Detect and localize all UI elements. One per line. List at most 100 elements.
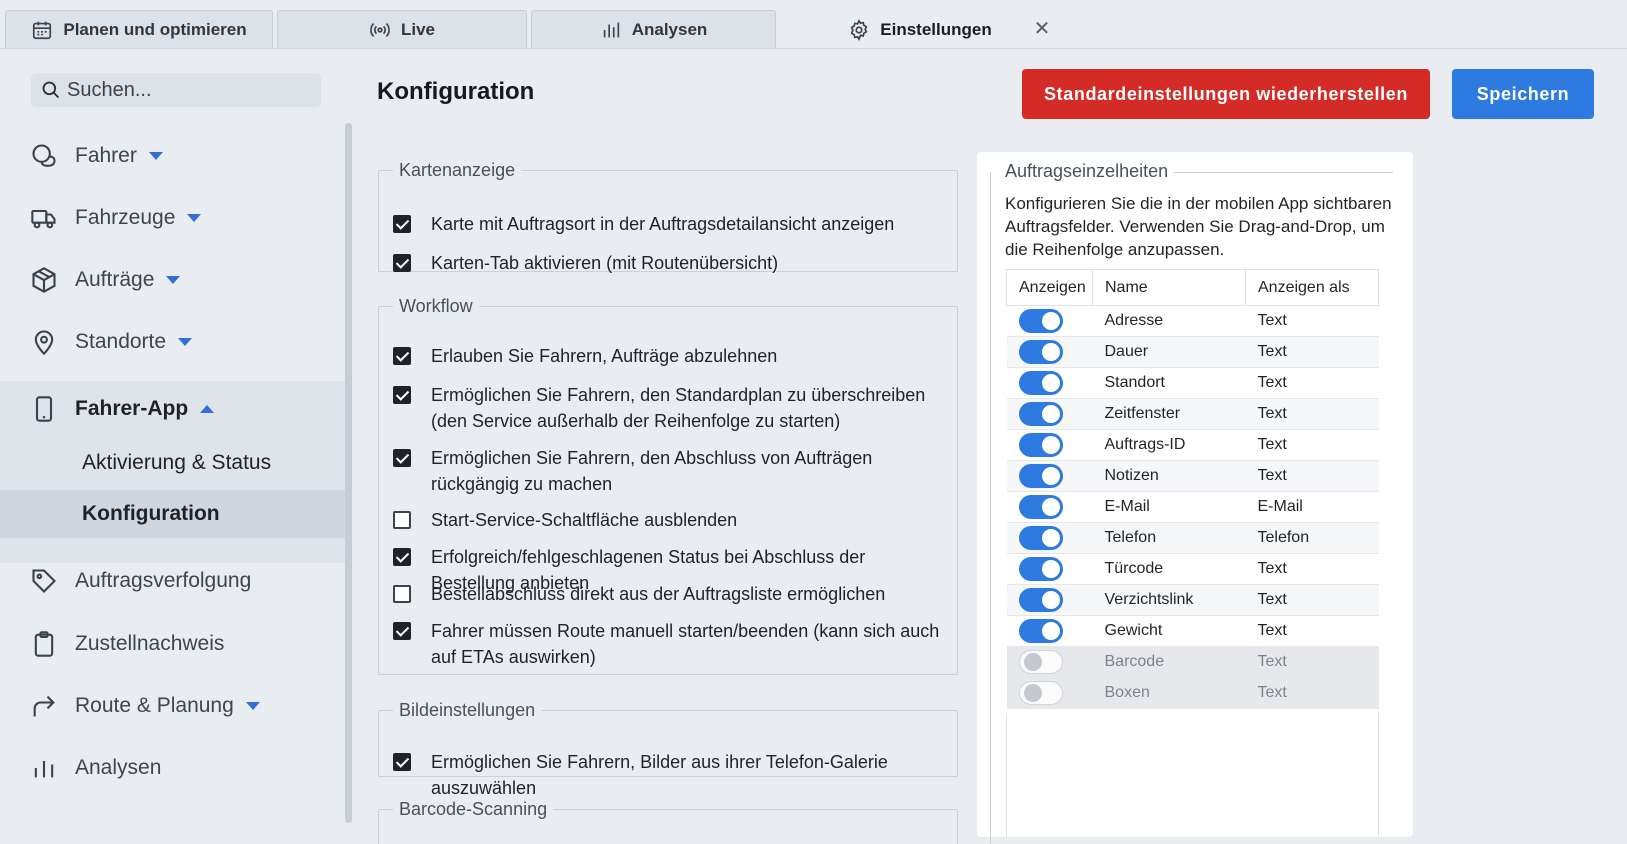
checkbox[interactable] bbox=[393, 753, 411, 771]
sidebar-item-auftraege[interactable]: Aufträge bbox=[0, 252, 345, 308]
column-header-anzeigen[interactable]: Anzeigen bbox=[1006, 269, 1093, 306]
table-row[interactable]: Adresse Text bbox=[1006, 305, 1379, 337]
toggle-cell bbox=[1006, 305, 1093, 337]
tab-label: Einstellungen bbox=[880, 20, 992, 39]
visibility-toggle[interactable] bbox=[1018, 588, 1063, 612]
column-header-name[interactable]: Name bbox=[1092, 269, 1246, 306]
close-icon[interactable]: ✕ bbox=[1032, 19, 1052, 39]
field-name: Verzichtslink bbox=[1092, 584, 1246, 616]
table-row[interactable]: Auftrags-ID Text bbox=[1006, 429, 1379, 461]
checkbox[interactable] bbox=[393, 622, 411, 640]
field-display-type[interactable]: E-Mail bbox=[1245, 491, 1379, 523]
search-input[interactable] bbox=[67, 78, 307, 102]
visibility-toggle[interactable] bbox=[1018, 433, 1063, 457]
sidebar-item-auftragsverfolgung[interactable]: Auftragsverfolgung bbox=[0, 553, 345, 609]
sidebar-item-label: Fahrer bbox=[75, 144, 137, 167]
field-display-type[interactable]: Text bbox=[1245, 367, 1379, 399]
checkbox[interactable] bbox=[393, 254, 411, 272]
sidebar-subitem-konfiguration[interactable]: Konfiguration bbox=[0, 490, 345, 538]
field-name: Zeitfenster bbox=[1092, 398, 1246, 430]
visibility-toggle[interactable] bbox=[1018, 402, 1063, 426]
table-row[interactable]: Gewicht Text bbox=[1006, 615, 1379, 647]
sidebar-item-standorte[interactable]: Standorte bbox=[0, 314, 345, 370]
search-box[interactable] bbox=[31, 73, 321, 107]
field-display-type[interactable]: Text bbox=[1245, 398, 1379, 430]
visibility-toggle[interactable] bbox=[1018, 650, 1063, 674]
table-row[interactable]: Barcode Text bbox=[1006, 646, 1379, 678]
sidebar-scrollbar[interactable] bbox=[345, 123, 352, 823]
table-row[interactable]: Verzichtslink Text bbox=[1006, 584, 1379, 616]
sidebar-item-route-planung[interactable]: Route & Planung bbox=[0, 678, 345, 734]
table-row[interactable]: Notizen Text bbox=[1006, 460, 1379, 492]
option-row: Bestellabschluss direkt aus der Auftrags… bbox=[393, 584, 951, 607]
field-display-type[interactable]: Text bbox=[1245, 429, 1379, 461]
visibility-toggle[interactable] bbox=[1018, 309, 1063, 333]
option-row: Ermöglichen Sie Fahrern, den Abschluss v… bbox=[393, 448, 951, 497]
panel-border-left bbox=[990, 172, 991, 844]
field-display-type[interactable]: Text bbox=[1245, 584, 1379, 616]
table-row[interactable]: Boxen Text bbox=[1006, 677, 1379, 709]
calendar-icon bbox=[33, 21, 52, 40]
sidebar-item-fahrer[interactable]: Fahrer bbox=[0, 128, 345, 184]
chevron-down-icon bbox=[148, 152, 163, 161]
toggle-cell bbox=[1006, 584, 1093, 616]
field-display-type[interactable]: Text bbox=[1245, 336, 1379, 368]
group-legend: Kartenanzeige bbox=[399, 160, 516, 180]
checkbox[interactable] bbox=[393, 449, 411, 467]
table-row[interactable]: Türcode Text bbox=[1006, 553, 1379, 585]
sidebar-item-label: Auftragsverfolgung bbox=[75, 569, 252, 592]
route-arrow-icon bbox=[33, 695, 55, 717]
visibility-toggle[interactable] bbox=[1018, 464, 1063, 488]
field-display-type[interactable]: Text bbox=[1245, 615, 1379, 647]
option-label: Karten-Tab aktivieren (mit Routenübersic… bbox=[431, 253, 779, 273]
toggle-cell bbox=[1006, 429, 1093, 461]
visibility-toggle[interactable] bbox=[1018, 526, 1063, 550]
option-row: Start-Service-Schaltfläche ausblenden bbox=[393, 510, 951, 533]
field-display-type[interactable]: Telefon bbox=[1245, 522, 1379, 554]
table-row[interactable]: Dauer Text bbox=[1006, 336, 1379, 368]
checkbox[interactable] bbox=[393, 511, 411, 529]
field-display-type[interactable]: Text bbox=[1245, 553, 1379, 585]
table-row[interactable]: Zeitfenster Text bbox=[1006, 398, 1379, 430]
broadcast-icon bbox=[370, 23, 390, 37]
sidebar-item-analysen[interactable]: Analysen bbox=[0, 740, 345, 796]
table-row[interactable]: E-Mail E-Mail bbox=[1006, 491, 1379, 523]
visibility-toggle[interactable] bbox=[1018, 557, 1063, 581]
table-row[interactable]: Standort Text bbox=[1006, 367, 1379, 399]
field-name: Gewicht bbox=[1092, 615, 1246, 647]
field-display-type[interactable]: Text bbox=[1245, 460, 1379, 492]
checkbox[interactable] bbox=[393, 347, 411, 365]
field-name: Auftrags-ID bbox=[1092, 429, 1246, 461]
checkbox[interactable] bbox=[393, 548, 411, 566]
tab-analysen[interactable]: Analysen bbox=[531, 10, 776, 49]
reset-defaults-button[interactable]: Standardeinstellungen wiederherstellen bbox=[1022, 69, 1430, 119]
visibility-toggle[interactable] bbox=[1018, 340, 1063, 364]
tab-einstellungen[interactable]: Einstellungen bbox=[780, 10, 1060, 49]
column-header-anzeigen-als[interactable]: Anzeigen als bbox=[1245, 269, 1379, 306]
checkbox[interactable] bbox=[393, 215, 411, 233]
page-title: Konfiguration bbox=[377, 78, 535, 105]
sidebar-item-fahrzeuge[interactable]: Fahrzeuge bbox=[0, 190, 345, 246]
sidebar-item-fahrer-app[interactable]: Fahrer-App bbox=[0, 381, 345, 437]
field-display-type[interactable]: Text bbox=[1245, 677, 1379, 709]
table-row[interactable]: Telefon Telefon bbox=[1006, 522, 1379, 554]
field-display-type[interactable]: Text bbox=[1245, 305, 1379, 337]
field-display-type[interactable]: Text bbox=[1245, 646, 1379, 678]
visibility-toggle[interactable] bbox=[1018, 371, 1063, 395]
toggle-cell bbox=[1006, 677, 1093, 709]
sidebar: Fahrer Fahrzeuge Aufträge Standorte Fahr… bbox=[0, 49, 355, 844]
tab-plan-optimize[interactable]: Planen und optimieren bbox=[5, 10, 273, 49]
fahrer-app-section: Fahrer-App Aktivierung & Status Konfigur… bbox=[0, 381, 345, 563]
option-label: Start-Service-Schaltfläche ausblenden bbox=[431, 510, 738, 530]
group-kartenanzeige: Kartenanzeige Karte mit Auftragsort in d… bbox=[378, 160, 958, 273]
sidebar-subitem-aktivierung[interactable]: Aktivierung & Status bbox=[0, 439, 345, 487]
save-button[interactable]: Speichern bbox=[1452, 69, 1594, 119]
visibility-toggle[interactable] bbox=[1018, 495, 1063, 519]
visibility-toggle[interactable] bbox=[1018, 681, 1063, 705]
toggle-cell bbox=[1006, 553, 1093, 585]
checkbox[interactable] bbox=[393, 386, 411, 404]
tab-live[interactable]: Live bbox=[277, 10, 527, 49]
checkbox[interactable] bbox=[393, 585, 411, 603]
sidebar-item-zustellnachweis[interactable]: Zustellnachweis bbox=[0, 616, 345, 672]
visibility-toggle[interactable] bbox=[1018, 619, 1063, 643]
